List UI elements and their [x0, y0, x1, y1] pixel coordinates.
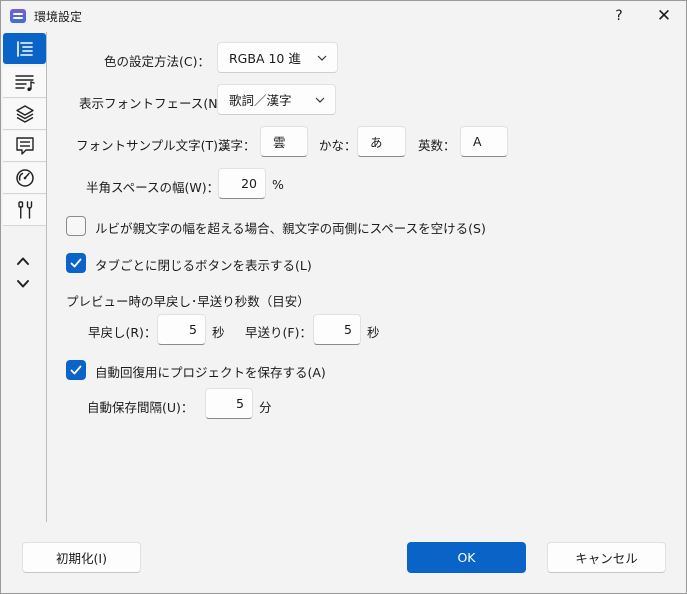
rewind-label: 早戻し(R)： [88, 325, 157, 340]
list-icon [16, 40, 33, 57]
color-method-dropdown[interactable]: RGBA 10 進 [217, 42, 338, 73]
cancel-button[interactable]: キャンセル [547, 542, 666, 573]
font-face-value: 歌詞／漢字 [229, 93, 292, 108]
halfwidth-space-unit: % [272, 177, 284, 192]
lyrics-music-icon [14, 75, 35, 91]
ruby-spacing-checkbox[interactable] [66, 216, 86, 236]
sidebar-item-tools[interactable] [3, 195, 46, 226]
tab-close-checkbox[interactable] [66, 253, 86, 273]
help-button[interactable]: ? [596, 1, 642, 31]
preview-seconds-heading: プレビュー時の早戻し･早送り秒数（目安） [66, 294, 310, 309]
font-sample-kanji-label: 漢字： [218, 138, 256, 153]
app-icon [10, 9, 26, 23]
close-button[interactable]: ✕ [641, 1, 687, 31]
halfwidth-space-label: 半角スペースの幅(W)： [86, 180, 220, 195]
sidebar-item-general[interactable] [3, 33, 46, 64]
tab-close-label[interactable]: タブごとに閉じるボタンを表示する(L) [95, 255, 312, 274]
chevron-up-icon [17, 257, 29, 265]
rewind-unit: 秒 [212, 325, 225, 340]
sidebar-item-layers[interactable] [3, 99, 46, 130]
font-sample-alpha-label: 英数： [418, 138, 456, 153]
sidebar-item-comments[interactable] [3, 131, 46, 162]
forward-label: 早送り(F)： [245, 325, 312, 340]
autosave-checkbox[interactable] [66, 360, 86, 380]
reset-button[interactable]: 初期化(I) [22, 542, 141, 573]
sidebar-scroll-down[interactable] [13, 274, 33, 294]
chevron-down-icon [317, 55, 327, 61]
checkmark-icon [70, 365, 82, 375]
gauge-icon [15, 169, 34, 187]
checkmark-icon [70, 258, 82, 268]
chevron-down-icon [315, 97, 325, 103]
ruby-spacing-label[interactable]: ルビが親文字の幅を超える場合、親文字の両側にスペースを空ける(S) [95, 218, 486, 237]
sidebar-scroll-up[interactable] [13, 251, 33, 271]
color-method-label: 色の設定方法(C)： [104, 54, 210, 69]
autosave-interval-unit: 分 [259, 400, 272, 415]
comment-icon [15, 137, 34, 155]
font-sample-kana-input[interactable]: あ [357, 126, 406, 157]
settings-dialog: 環境設定 ? ✕ 色の設定方法(C)： RGBA 10 進 表示フォントフェース… [0, 0, 687, 594]
autosave-interval-label: 自動保存間隔(U)： [87, 400, 194, 415]
tools-icon [17, 201, 32, 219]
autosave-interval-input[interactable]: 5 [205, 388, 253, 419]
layers-icon [15, 105, 34, 123]
sidebar-item-playback[interactable] [3, 163, 46, 194]
sidebar-item-lyrics[interactable] [3, 67, 46, 98]
autosave-label[interactable]: 自動回復用にプロジェクトを保存する(A) [95, 362, 326, 381]
rewind-seconds-input[interactable]: 5 [157, 314, 206, 345]
title-bar: 環境設定 ? ✕ [1, 1, 686, 31]
ok-button[interactable]: OK [407, 542, 526, 573]
forward-seconds-input[interactable]: 5 [313, 314, 361, 345]
forward-unit: 秒 [367, 325, 380, 340]
font-face-label: 表示フォントフェース(N)： [79, 96, 235, 111]
window-title: 環境設定 [34, 10, 83, 24]
font-sample-kana-label: かな： [319, 138, 357, 153]
font-sample-alpha-input[interactable]: A [460, 126, 508, 157]
font-sample-label: フォントサンプル文字(T)： [76, 138, 231, 153]
color-method-value: RGBA 10 進 [229, 51, 301, 66]
halfwidth-space-input[interactable]: 20 [218, 168, 266, 199]
font-face-dropdown[interactable]: 歌詞／漢字 [217, 84, 336, 115]
font-sample-kanji-input[interactable]: 雲 [260, 126, 308, 157]
chevron-down-icon [17, 280, 29, 288]
sidebar-divider [46, 32, 47, 522]
